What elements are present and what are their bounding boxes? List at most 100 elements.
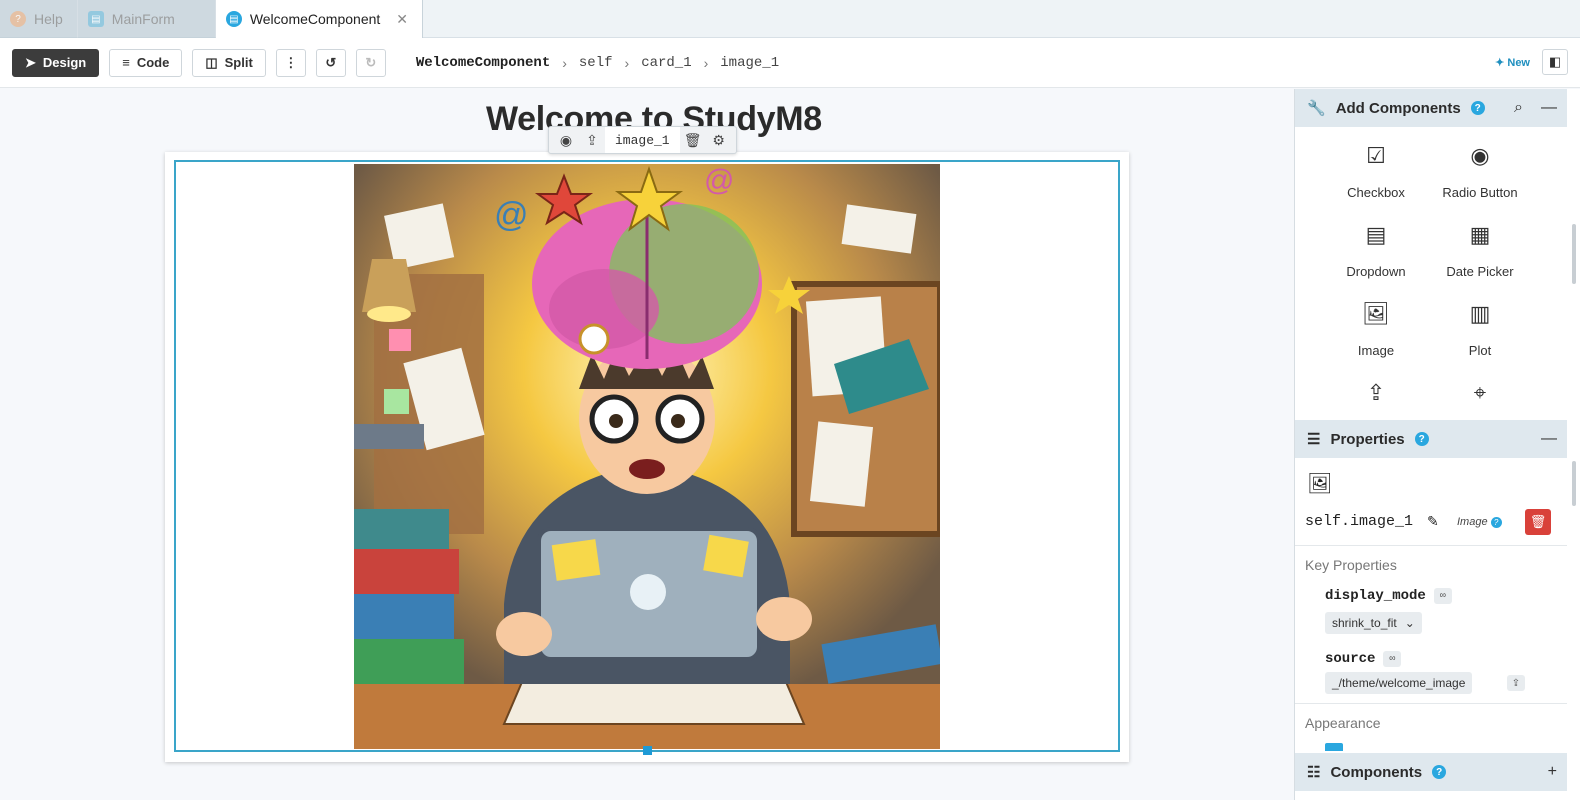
tab-welcomecomponent[interactable]: ▤ WelcomeComponent ✕ (215, 0, 424, 38)
properties-body: 🖼 self.image_1 ✎ Image ? 🗑 Key Propertie… (1295, 461, 1567, 751)
divider (1295, 545, 1567, 546)
source-field[interactable]: _/theme/welcome_image (1325, 672, 1473, 694)
display-mode-select[interactable]: shrink_to_fit ⌄ (1325, 612, 1422, 634)
components-title: Components (1330, 763, 1423, 781)
delete-component-button[interactable]: 🗑 (1525, 509, 1551, 535)
palette-item-label: Date Picker (1446, 264, 1514, 279)
design-label: Design (42, 55, 87, 70)
collapse-icon[interactable]: — (1541, 430, 1557, 448)
new-button[interactable]: ✦ New (1495, 56, 1530, 69)
component-palette: ☑ Checkbox ◉ Radio Button ▤ Dropdown ▦ D… (1295, 129, 1567, 407)
breadcrumb-item[interactable]: card_1 (641, 55, 691, 71)
panel-layout-icon: ◧ (1548, 54, 1562, 69)
chevron-down-icon: ⌄ (1404, 616, 1415, 630)
map-pin-icon: ⌖ (1473, 380, 1487, 405)
code-label: Code (136, 55, 170, 70)
palette-item-plot[interactable]: ▥ Plot (1415, 301, 1545, 358)
properties-title: Properties (1330, 430, 1405, 448)
form-icon: ▤ (87, 11, 104, 27)
breadcrumb-item[interactable]: self (579, 55, 613, 71)
palette-item-label: Checkbox (1347, 185, 1405, 200)
component-type: Image ? (1457, 516, 1502, 528)
bar-chart-icon: ▥ (1469, 301, 1491, 326)
undo-button[interactable]: ↺ (315, 48, 346, 77)
breadcrumb-item[interactable]: WelcomeComponent (416, 55, 550, 71)
pencil-icon[interactable]: ✎ (1427, 513, 1439, 530)
section-key-properties: Key Properties (1305, 557, 1397, 573)
expand-icon[interactable]: + (1548, 763, 1557, 781)
split-label: Split (224, 55, 253, 70)
link-icon[interactable]: ∞ (1383, 651, 1402, 667)
section-appearance: Appearance (1305, 715, 1381, 731)
component-toolbar: ◉ ⇪ image_1 🗑 ⚙ (548, 126, 737, 154)
tab-welcomecomponent-label: WelcomeComponent (249, 11, 381, 27)
radio-icon: ◉ (1470, 143, 1490, 168)
add-components-title: Add Components (1335, 99, 1461, 117)
tab-mainform-label: MainForm (111, 11, 175, 27)
collapse-icon[interactable]: — (1541, 99, 1557, 117)
split-view-icon: ◫ (205, 54, 218, 70)
design-canvas: Welcome to StudyM8 @ @ ◉ ⇪ image_1 🗑 ⚙ (0, 89, 1294, 800)
component-type-label: Image (1457, 516, 1488, 528)
palette-item-date-picker[interactable]: ▦ Date Picker (1415, 222, 1545, 279)
source-value: _/theme/welcome_image (1332, 676, 1466, 690)
toggle-panel-button[interactable]: ◧ (1542, 49, 1568, 75)
close-icon[interactable]: ✕ (396, 11, 408, 28)
selection-outline (174, 160, 1120, 752)
sliders-icon[interactable]: ⚙ (706, 127, 732, 153)
form-icon: ▤ (225, 11, 242, 27)
scrollbar[interactable] (1572, 461, 1576, 506)
help-icon: ? (10, 11, 26, 27)
palette-item-label: Plot (1468, 343, 1492, 358)
chevron-right-icon: › (624, 54, 630, 71)
search-icon[interactable]: ⌕ (1514, 99, 1523, 117)
redo-icon: ↻ (365, 54, 377, 70)
undo-icon: ↺ (325, 54, 337, 70)
help-badge-icon[interactable]: ? (1490, 517, 1502, 528)
selected-component-label: image_1 (605, 127, 680, 153)
editor-tab-bar: ? Help ▤ MainForm ▤ WelcomeComponent ✕ (0, 0, 1580, 38)
editor-toolbar: ➤ Design ≡ Code ◫ Split ⋮ ↺ ↻ WelcomeCom… (0, 38, 1580, 88)
chevron-right-icon: › (703, 54, 709, 71)
send-icon: ➤ (25, 54, 36, 70)
sparkle-icon: ✦ (1495, 57, 1505, 69)
toggle-switch[interactable] (1325, 743, 1343, 751)
right-panel: 🔧 Add Components ? ⌕ — ☑ Checkbox ◉ Radi… (1294, 89, 1580, 800)
upload-icon[interactable]: ⇪ (1507, 675, 1525, 691)
breadcrumb-item[interactable]: image_1 (720, 55, 779, 71)
source-property: source ∞ (1325, 651, 1402, 667)
properties-header[interactable]: ☰ Properties ? — (1295, 420, 1567, 458)
display-mode-value: shrink_to_fit (1332, 616, 1397, 630)
link-icon[interactable]: ∞ (1433, 588, 1452, 604)
add-components-header[interactable]: 🔧 Add Components ? ⌕ — (1295, 89, 1567, 127)
eye-icon[interactable]: ◉ (553, 127, 579, 153)
redo-button[interactable]: ↻ (355, 48, 386, 77)
palette-item-map[interactable]: ⌖ (1415, 380, 1545, 407)
tab-help[interactable]: ? Help (0, 0, 78, 38)
help-badge-icon[interactable]: ? (1432, 765, 1447, 779)
scrollbar[interactable] (1572, 224, 1576, 284)
property-label: source (1325, 651, 1376, 667)
image-icon: 🖼 (1307, 473, 1333, 495)
components-header[interactable]: ☷ Components ? + (1295, 753, 1567, 791)
palette-item-label: Image (1357, 343, 1395, 358)
divider (1295, 703, 1567, 704)
trash-icon[interactable]: 🗑 (680, 127, 706, 153)
component-name[interactable]: self.image_1 (1305, 513, 1413, 530)
code-button[interactable]: ≡ Code (109, 48, 183, 77)
breadcrumb: WelcomeComponent › self › card_1 › image… (416, 55, 779, 71)
code-lines-icon: ≡ (122, 55, 130, 70)
palette-item-label: Dropdown (1346, 264, 1406, 279)
tab-help-label: Help (34, 11, 63, 27)
tab-mainform[interactable]: ▤ MainForm (77, 0, 216, 38)
resize-handle[interactable] (643, 746, 652, 755)
help-badge-icon[interactable]: ? (1414, 432, 1429, 446)
design-button[interactable]: ➤ Design (12, 48, 100, 77)
new-label: New (1507, 57, 1530, 69)
upload-icon[interactable]: ⇪ (579, 127, 605, 153)
more-options-button[interactable]: ⋮ (275, 48, 306, 77)
help-badge-icon[interactable]: ? (1470, 101, 1485, 115)
split-button[interactable]: ◫ Split (192, 48, 266, 77)
palette-item-radio-button[interactable]: ◉ Radio Button (1415, 143, 1545, 200)
wrench-icon: 🔧 (1307, 100, 1326, 117)
